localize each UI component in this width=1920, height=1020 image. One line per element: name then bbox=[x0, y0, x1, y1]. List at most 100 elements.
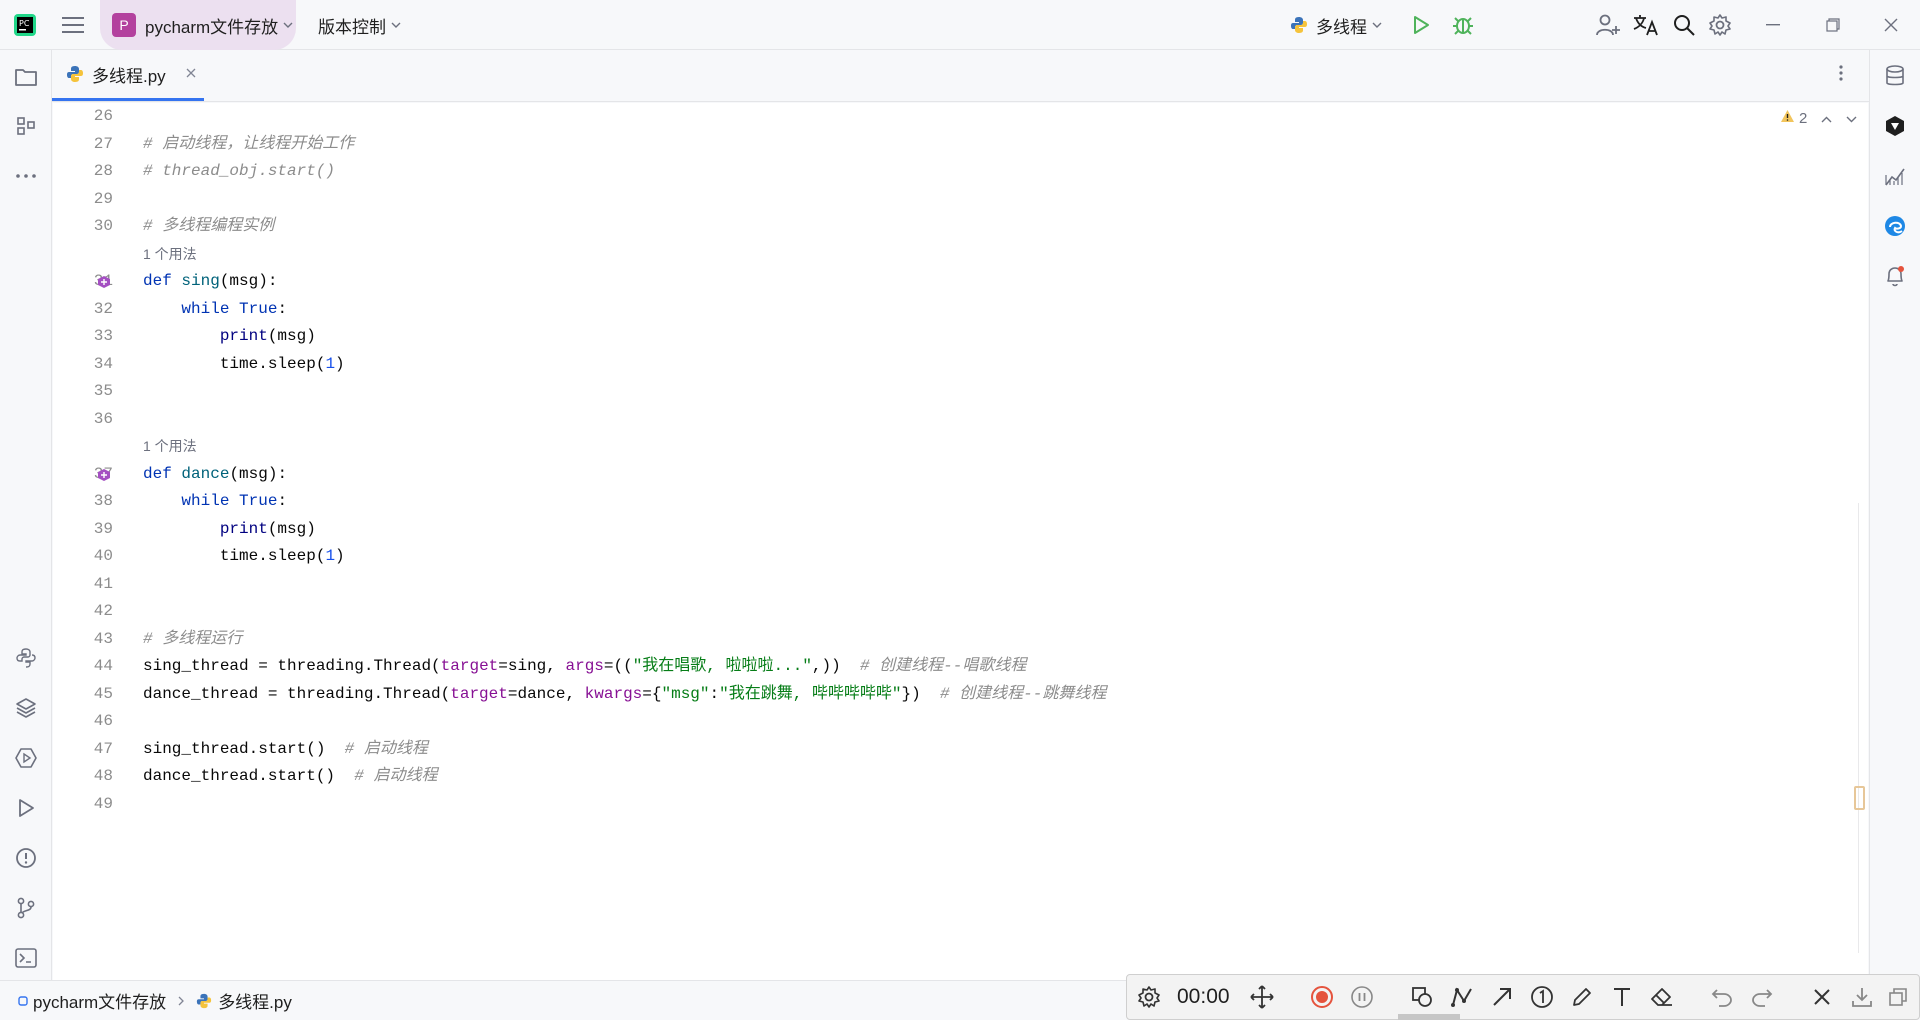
step-number-icon[interactable] bbox=[1525, 975, 1559, 1019]
arrow-icon[interactable] bbox=[1485, 975, 1519, 1019]
download-icon[interactable] bbox=[1845, 975, 1879, 1019]
chevron-up-icon[interactable] bbox=[1821, 110, 1832, 127]
search-icon[interactable] bbox=[1673, 0, 1695, 50]
code-line: # 多线程编程实例 bbox=[143, 213, 274, 241]
code-editor[interactable]: 26 27 28 29 30 31 32 33 34 35 36 37 38 3… bbox=[53, 103, 1868, 980]
code-text: dance_thread = threading.Thread( bbox=[143, 684, 451, 703]
code-line: time.sleep(1) bbox=[143, 351, 345, 379]
text-tool-icon[interactable] bbox=[1605, 975, 1639, 1019]
services-icon[interactable] bbox=[0, 740, 51, 776]
code-text: sing_thread.start() bbox=[143, 739, 345, 758]
shapes-icon[interactable] bbox=[1405, 975, 1439, 1019]
comment: # 创建线程--唱歌线程 bbox=[859, 657, 1027, 675]
structure-icon[interactable] bbox=[0, 108, 51, 144]
code-text: }) bbox=[901, 684, 940, 703]
line-number: 34 bbox=[93, 354, 113, 373]
undo-icon[interactable] bbox=[1705, 975, 1739, 1019]
code-line: # thread_obj.start() bbox=[143, 158, 335, 186]
warning-count: 2 bbox=[1799, 109, 1808, 127]
redo-icon[interactable] bbox=[1745, 975, 1779, 1019]
notifications-bell-icon[interactable] bbox=[1870, 258, 1920, 294]
minimize-icon[interactable] bbox=[1766, 0, 1780, 50]
chevron-down-icon bbox=[283, 19, 293, 31]
project-folder-icon[interactable] bbox=[0, 59, 51, 95]
keyword-argument: target bbox=[450, 684, 508, 703]
comment: # 创建线程--跳舞线程 bbox=[939, 684, 1107, 703]
line-number: 46 bbox=[93, 712, 113, 730]
pycharm-logo-icon[interactable]: PC bbox=[14, 0, 36, 50]
database-icon[interactable] bbox=[1870, 58, 1920, 94]
keyword-argument: args bbox=[565, 657, 604, 675]
run-config-selector[interactable]: 多线程 bbox=[1290, 0, 1382, 50]
warning-stripe-marker[interactable] bbox=[1854, 786, 1865, 810]
breadcrumb-file[interactable]: 多线程.py bbox=[218, 988, 292, 1013]
problems-icon[interactable] bbox=[0, 840, 51, 876]
edge-browser-icon[interactable] bbox=[1870, 208, 1920, 244]
git-icon[interactable] bbox=[0, 890, 51, 926]
vcs-menu[interactable]: 版本控制 bbox=[318, 0, 401, 50]
chevron-down-icon bbox=[391, 19, 401, 31]
project-name: pycharm文件存放 bbox=[145, 17, 279, 37]
keyword: while bbox=[181, 299, 230, 318]
move-icon[interactable] bbox=[1245, 975, 1279, 1019]
recorder-settings-icon[interactable] bbox=[1132, 975, 1166, 1019]
restore-icon[interactable] bbox=[1826, 0, 1840, 50]
line-number: 48 bbox=[93, 767, 113, 785]
code-text: dance_thread.start() bbox=[143, 767, 355, 785]
debug-icon[interactable] bbox=[1452, 0, 1474, 50]
copy-icon[interactable] bbox=[1881, 975, 1915, 1019]
editor-scrollbar[interactable] bbox=[1858, 503, 1866, 953]
usage-hint[interactable]: 1 个用法 bbox=[143, 241, 197, 269]
chevron-down-icon bbox=[1372, 19, 1382, 31]
code-text: =(( bbox=[603, 657, 633, 675]
number-literal: 1 bbox=[325, 547, 336, 565]
implements-marker-icon[interactable] bbox=[97, 275, 111, 289]
ai-assistant-icon[interactable] bbox=[1870, 108, 1920, 144]
vcs-label: 版本控制 bbox=[318, 17, 386, 37]
code-line: sing_thread.start() # 启动线程 bbox=[143, 736, 428, 764]
line-number: 35 bbox=[93, 382, 113, 400]
polyline-icon[interactable] bbox=[1445, 975, 1479, 1019]
code-text: (msg) bbox=[267, 519, 316, 538]
run-icon[interactable] bbox=[1412, 0, 1430, 50]
pause-icon[interactable] bbox=[1345, 975, 1379, 1019]
run-tool-icon[interactable] bbox=[0, 790, 51, 826]
recorder-scroll-handle[interactable] bbox=[1398, 1014, 1460, 1020]
python-packages-icon[interactable] bbox=[0, 690, 51, 726]
python-console-icon[interactable] bbox=[0, 640, 51, 676]
project-selector[interactable]: P pycharm文件存放 bbox=[100, 0, 296, 50]
line-number: 43 bbox=[93, 629, 113, 648]
usage-hint[interactable]: 1 个用法 bbox=[143, 433, 197, 461]
code-line: # 启动线程，让线程开始工作 bbox=[143, 131, 354, 159]
string-literal: "我在跳舞, 哔哔哔哔哔" bbox=[719, 684, 902, 703]
breadcrumb-project[interactable]: pycharm文件存放 bbox=[33, 988, 166, 1013]
close-icon[interactable] bbox=[1884, 0, 1898, 50]
pen-icon[interactable] bbox=[1565, 975, 1599, 1019]
module-icon bbox=[18, 995, 28, 1006]
function-name: dance bbox=[181, 464, 230, 483]
add-user-icon[interactable] bbox=[1596, 0, 1620, 50]
more-tools-icon[interactable] bbox=[0, 158, 51, 194]
terminal-icon[interactable] bbox=[0, 940, 51, 976]
translate-icon[interactable] bbox=[1633, 0, 1659, 50]
code-text: (msg): bbox=[229, 464, 288, 483]
code-line: print(msg) bbox=[143, 516, 316, 544]
tab-options-icon[interactable] bbox=[1839, 64, 1843, 87]
close-recorder-icon[interactable] bbox=[1805, 975, 1839, 1019]
line-gutter: 26 27 28 29 30 31 32 33 34 35 36 37 38 3… bbox=[53, 103, 113, 980]
inspection-widget[interactable]: 2 bbox=[1780, 109, 1857, 127]
line-number: 44 bbox=[93, 657, 113, 675]
eraser-icon[interactable] bbox=[1645, 975, 1679, 1019]
implements-marker-icon[interactable] bbox=[97, 468, 111, 482]
main-menu-icon[interactable] bbox=[62, 0, 84, 50]
builtin-name: print bbox=[219, 327, 268, 345]
chevron-down-icon[interactable] bbox=[1846, 110, 1857, 127]
right-tool-strip bbox=[1869, 50, 1920, 980]
warning-icon bbox=[1780, 109, 1795, 127]
profiler-icon[interactable] bbox=[1870, 158, 1920, 194]
settings-gear-icon[interactable] bbox=[1709, 0, 1731, 50]
tab-multithread-py[interactable]: 多线程.py bbox=[52, 50, 204, 101]
code-text: sing_thread = threading.Thread( bbox=[143, 657, 441, 675]
record-icon[interactable] bbox=[1305, 975, 1339, 1019]
close-tab-icon[interactable] bbox=[186, 65, 196, 83]
